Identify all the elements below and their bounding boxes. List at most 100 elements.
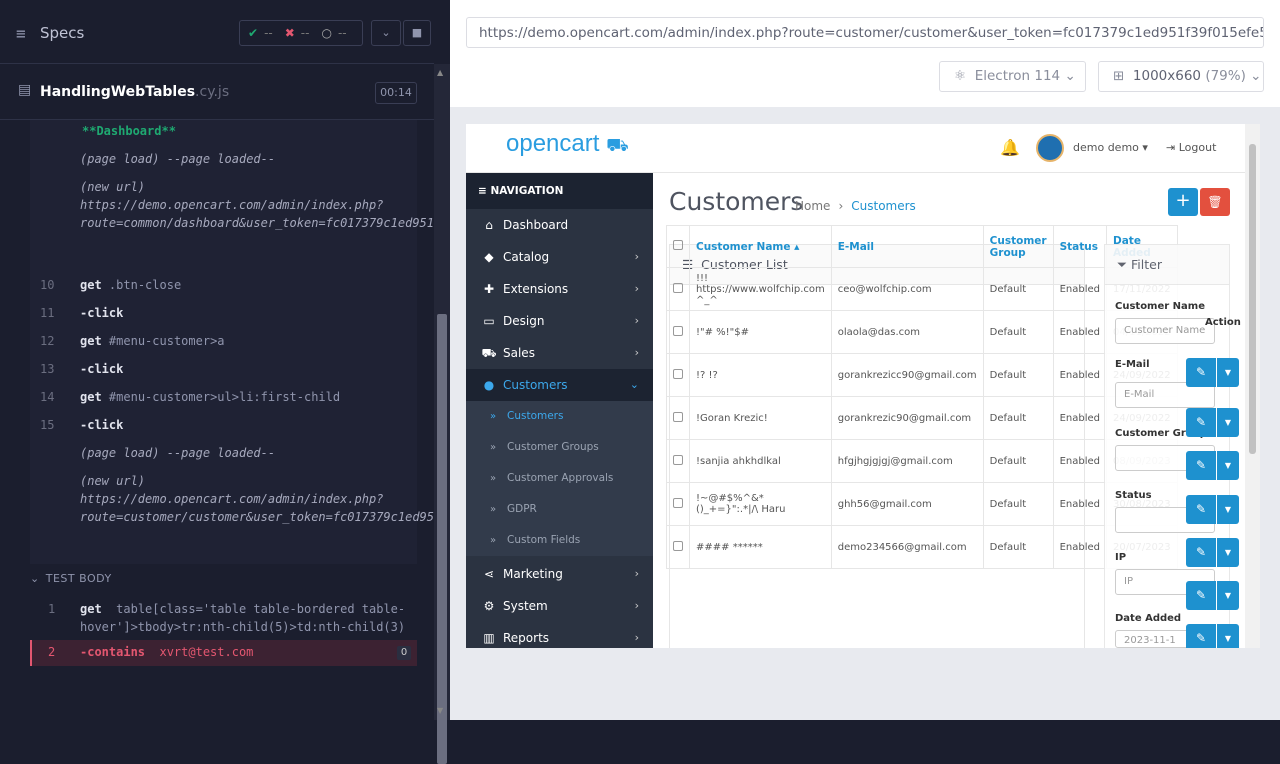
checkbox-icon <box>673 368 683 379</box>
table-row: !Goran Krezic! gorankrezic90@gmail.com Def… <box>666 396 1178 440</box>
command-log-scrollbar[interactable]: ▲ ▼ <box>434 64 450 764</box>
edit-button[interactable]: ✎ <box>1186 451 1216 480</box>
table-cell: !sanjia ahkhdlkal <box>689 439 832 483</box>
table-cell: Default <box>982 267 1054 311</box>
table-row: !~@#$%^&*()_+=}":.*|/\ Haru ghh56@gmail.c… <box>666 482 1178 526</box>
sidebar-item-extensions[interactable]: ✚ Extensions › <box>466 273 653 305</box>
submenu-item-label: Customers <box>507 410 564 422</box>
avatar[interactable] <box>1036 134 1064 162</box>
file-ext: .cy.js <box>195 84 230 100</box>
row-checkbox[interactable] <box>666 353 690 397</box>
command-text: -click <box>80 304 415 322</box>
table-cell: Enabled <box>1052 353 1108 397</box>
column-header[interactable]: Customer Group <box>982 225 1054 268</box>
submenu-item-gdpr[interactable]: » GDPR <box>466 494 653 525</box>
row-checkbox[interactable] <box>666 396 690 440</box>
submenu-item-customer-groups[interactable]: » Customer Groups <box>466 432 653 463</box>
command-name: get <box>80 390 102 404</box>
filter-header: ⏷ Filter <box>1105 245 1229 285</box>
table-cell: Enabled <box>1052 310 1108 354</box>
user-menu[interactable]: demo demo ▾ <box>1073 141 1148 154</box>
edit-button[interactable]: ✎ <box>1186 358 1216 387</box>
edit-button[interactable]: ✎ <box>1186 581 1216 610</box>
dropdown-toggle-button[interactable]: ▼ <box>1217 358 1239 387</box>
column-header[interactable]: E-Mail <box>830 225 984 268</box>
dropdown-toggle-button[interactable]: ▼ <box>1217 495 1239 524</box>
row-checkbox[interactable] <box>666 439 690 483</box>
sidebar-item-catalog[interactable]: ◆ Catalog › <box>466 241 653 273</box>
dropdown-toggle-button[interactable]: ▼ <box>1217 624 1239 648</box>
share-icon: ⋖ <box>483 567 495 581</box>
table-cell: hfgjhgjgjgj@gmail.com <box>830 439 984 483</box>
specs-list-icon[interactable]: ≡ <box>16 24 26 43</box>
sidebar-item-system[interactable]: ⚙ System › <box>466 590 653 622</box>
test-body-header[interactable]: ⌄ TEST BODY <box>30 572 112 585</box>
edit-button[interactable]: ✎ <box>1186 495 1216 524</box>
viewport-info[interactable]: ⊞ 1000x660 (79%) ⌄ <box>1098 61 1264 92</box>
row-checkbox[interactable] <box>666 267 690 311</box>
filter-customer-name-input[interactable]: Customer Name <box>1115 318 1215 344</box>
dropdown-toggle-button[interactable]: ▼ <box>1217 581 1239 610</box>
breadcrumb-customers[interactable]: Customers <box>851 199 916 213</box>
select-all-checkbox[interactable] <box>666 225 690 268</box>
sidebar-item-design[interactable]: ▭ Design › <box>466 305 653 337</box>
sidebar-item-marketing[interactable]: ⋖ Marketing › <box>466 558 653 590</box>
sidebar-item-reports[interactable]: ▥ Reports › <box>466 622 653 648</box>
bell-icon[interactable]: 🔔 <box>1000 138 1020 157</box>
pending-icon: ○ <box>321 26 332 40</box>
submenu-item-custom-fields[interactable]: » Custom Fields <box>466 525 653 556</box>
action-header: Action <box>1205 317 1241 328</box>
scroll-down-icon[interactable]: ▼ <box>437 706 443 715</box>
row-checkbox[interactable] <box>666 525 690 569</box>
puzzle-icon: ✚ <box>483 282 495 296</box>
filter-email-label: E-Mail <box>1115 359 1150 370</box>
chevron-down-icon[interactable]: ⌄ <box>371 20 401 46</box>
scrollbar-thumb[interactable] <box>1249 144 1256 454</box>
aut-scrollbar[interactable] <box>1245 124 1260 648</box>
dropdown-toggle-button[interactable]: ▼ <box>1217 451 1239 480</box>
browser-selector[interactable]: ⚛ Electron 114 ⌄ <box>939 61 1086 92</box>
dropdown-toggle-button[interactable]: ▼ <box>1217 538 1239 567</box>
failed-command-row[interactable]: 2 -contains xvrt@test.com 0 <box>30 640 417 666</box>
delete-button[interactable]: 🗑 <box>1200 188 1230 216</box>
breadcrumb-home[interactable]: Home <box>795 199 830 213</box>
file-name-text: HandlingWebTables <box>40 84 196 100</box>
nav-header-label: NAVIGATION <box>490 185 564 197</box>
edit-button[interactable]: ✎ <box>1186 408 1216 437</box>
edit-button[interactable]: ✎ <box>1186 624 1216 648</box>
dropdown-toggle-button[interactable]: ▼ <box>1217 408 1239 437</box>
sidebar-item-customers[interactable]: ● Customers ⌄ <box>466 369 653 401</box>
sidebar-item-sales[interactable]: ⛟ Sales › <box>466 337 653 369</box>
command-text: get table[class='table table-bordered ta… <box>80 600 415 636</box>
scroll-up-icon[interactable]: ▲ <box>437 68 443 77</box>
table-cell: !"# %!"$# <box>689 310 832 354</box>
submenu-item-label: GDPR <box>507 503 537 515</box>
logo-text: opencart <box>506 130 600 157</box>
stop-icon[interactable]: ■ <box>403 20 431 46</box>
logout-link[interactable]: ⇥ Logout <box>1166 141 1216 154</box>
scrollbar-thumb[interactable] <box>437 314 447 764</box>
sidebar-item-label: Design <box>503 314 545 328</box>
double-chevron-icon: » <box>490 504 497 515</box>
sidebar-item-dashboard[interactable]: ⌂ Dashboard <box>466 209 653 241</box>
command-number: 11 <box>40 306 55 320</box>
chevron-icon: › <box>634 314 639 327</box>
specs-label[interactable]: Specs <box>40 24 84 42</box>
table-cell: Enabled <box>1052 525 1108 569</box>
url-bar[interactable]: https://demo.opencart.com/admin/index.ph… <box>466 17 1264 48</box>
row-checkbox[interactable] <box>666 482 690 526</box>
submenu-item-customer-approvals[interactable]: » Customer Approvals <box>466 463 653 494</box>
table-cell: ghh56@gmail.com <box>830 482 984 526</box>
command-text: **Dashboard** <box>82 122 417 140</box>
main-content: Customers Home › Customers + 🗑 ☰ Customer … <box>653 173 1260 648</box>
row-checkbox[interactable] <box>666 310 690 354</box>
chevron-icon: › <box>634 346 639 359</box>
breadcrumb: Home › Customers <box>795 199 916 213</box>
edit-button[interactable]: ✎ <box>1186 538 1216 567</box>
add-customer-button[interactable]: + <box>1168 188 1198 216</box>
column-header[interactable]: Customer Name ▴ <box>689 225 832 268</box>
opencart-logo[interactable]: opencart ⛟ <box>506 130 629 159</box>
nav-header[interactable]: ≡ NAVIGATION <box>466 173 653 209</box>
submenu-item-customers[interactable]: » Customers <box>466 401 653 432</box>
column-header[interactable]: Status <box>1052 225 1108 268</box>
